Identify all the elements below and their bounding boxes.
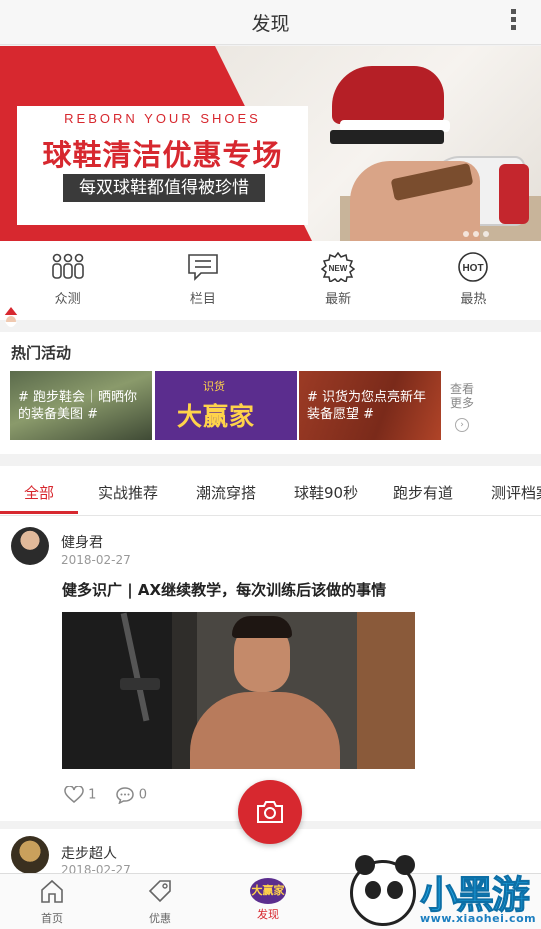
camera-button[interactable]: [238, 780, 302, 844]
tab-sneaker90[interactable]: 球鞋90秒: [294, 482, 358, 503]
watermark-logo: 小黑游戏 www.xiaohei.com: [348, 855, 541, 929]
active-tab-indicator: [0, 511, 78, 514]
avatar[interactable]: [11, 527, 49, 565]
nav-home[interactable]: 首页: [22, 878, 82, 926]
activity-badge: 识货: [203, 380, 225, 393]
santa-icon: [4, 307, 18, 327]
activity-tile-winner[interactable]: 识货 大赢家: [155, 371, 297, 440]
category-zuire[interactable]: HOT 最热: [406, 241, 541, 320]
category-label: 众测: [54, 292, 81, 307]
app-screen: 发现 REBORN YOUR SHOES 球鞋清洁优惠专场 每双球鞋都值得被珍惜: [0, 0, 541, 929]
tab-running[interactable]: 跑步有道: [393, 482, 453, 503]
heart-icon: [64, 785, 84, 803]
avatar[interactable]: [11, 836, 49, 874]
category-lanmu[interactable]: 栏目: [135, 241, 270, 320]
people-icon: [51, 253, 84, 279]
comment-icon: [115, 787, 134, 805]
activity-tile-text: # 识货为您点亮新年装备愿望 #: [307, 390, 427, 422]
new-badge-icon: NEW: [321, 252, 356, 282]
chat-list-icon: [188, 254, 218, 281]
top-bar: 发现: [0, 0, 541, 45]
post-username[interactable]: 走步超人: [61, 843, 117, 863]
sneaker-sole: [330, 130, 444, 144]
comment-button[interactable]: 0: [115, 786, 147, 805]
panda-ear: [395, 855, 415, 875]
activity-tile-text: # 跑步鞋会｜晒晒你的装备美图 #: [18, 390, 138, 422]
like-count: 1: [88, 787, 97, 803]
video-bg: [357, 612, 415, 769]
discover-icon: 大赢家: [250, 878, 286, 904]
post-date: 2018-02-27: [61, 553, 131, 567]
category-label: 最热: [460, 292, 487, 307]
panda-eye: [387, 881, 403, 899]
category-label: 栏目: [189, 292, 216, 307]
nav-discover[interactable]: 大赢家 发现: [238, 878, 298, 922]
activity-tile-text: 大赢家: [177, 402, 256, 431]
tab-practical[interactable]: 实战推荐: [98, 482, 158, 503]
like-button[interactable]: 1: [64, 785, 97, 804]
view-more-link[interactable]: 查看更多: [450, 382, 480, 410]
tab-all[interactable]: 全部: [24, 482, 54, 503]
activity-tile-newyear[interactable]: # 识货为您点亮新年装备愿望 #: [299, 371, 441, 440]
banner-en-line: REBORN YOUR SHOES: [64, 111, 261, 126]
tag-icon: [148, 880, 171, 903]
new-badge-text: NEW: [329, 264, 348, 273]
category-row: 众测 栏目 NEW 最新 HOT 最热: [0, 241, 541, 320]
hot-badge-icon: HOT: [458, 252, 489, 282]
category-tabs: 全部 实战推荐 潮流穿搭 球鞋90秒 跑步有道 测评档案: [0, 466, 541, 516]
hot-badge-text: HOT: [463, 263, 484, 274]
red-sneaker-image: [332, 66, 450, 132]
tab-review[interactable]: 测评档案: [491, 482, 541, 503]
carousel-dots: [459, 222, 489, 241]
category-zuixin[interactable]: NEW 最新: [271, 241, 406, 320]
category-label: 最新: [325, 292, 352, 307]
post-title[interactable]: 健多识广 | AX继续教学，每次训练后该做的事情: [62, 579, 386, 600]
page-title: 发现: [251, 13, 290, 35]
post-stats: 1 0: [64, 785, 161, 805]
chevron-right-icon[interactable]: ›: [455, 418, 469, 432]
post-username[interactable]: 健身君: [61, 532, 103, 552]
banner-text-box: REBORN YOUR SHOES 球鞋清洁优惠专场 每双球鞋都值得被珍惜: [17, 106, 308, 225]
hot-activities-section: 热门活动 # 跑步鞋会｜晒晒你的装备美图 # 识货 大赢家 # 识货为您点亮新年…: [0, 332, 541, 454]
section-title: 热门活动: [11, 344, 72, 362]
home-icon: [41, 879, 63, 903]
tab-fashion[interactable]: 潮流穿搭: [196, 482, 256, 503]
more-vertical-icon[interactable]: [509, 9, 517, 35]
gym-handle: [120, 678, 160, 690]
nav-label: 优惠: [149, 912, 171, 925]
nav-label: 发现: [257, 908, 279, 921]
feed-post[interactable]: 健身君 2018-02-27 健多识广 | AX继续教学，每次训练后该做的事情 …: [0, 516, 541, 821]
watermark-url: www.xiaohei.com: [420, 912, 537, 925]
panda-logo-icon: [350, 855, 416, 926]
banner-title: 球鞋清洁优惠专场: [42, 138, 283, 172]
nav-deals[interactable]: 优惠: [130, 878, 190, 926]
activity-tile-running[interactable]: # 跑步鞋会｜晒晒你的装备美图 #: [10, 371, 152, 440]
banner-subtitle: 每双球鞋都值得被珍惜: [63, 174, 265, 202]
person-hair: [232, 616, 292, 638]
video-bg: [62, 612, 172, 769]
panda-eye: [365, 881, 381, 899]
comment-count: 0: [138, 787, 147, 803]
promo-banner[interactable]: REBORN YOUR SHOES 球鞋清洁优惠专场 每双球鞋都值得被珍惜: [0, 46, 541, 241]
category-zhongce[interactable]: 众测: [0, 241, 135, 320]
camera-icon: [257, 801, 283, 823]
panda-ear: [355, 855, 375, 875]
nav-label: 首页: [41, 912, 63, 925]
post-video-thumbnail[interactable]: [62, 612, 415, 769]
